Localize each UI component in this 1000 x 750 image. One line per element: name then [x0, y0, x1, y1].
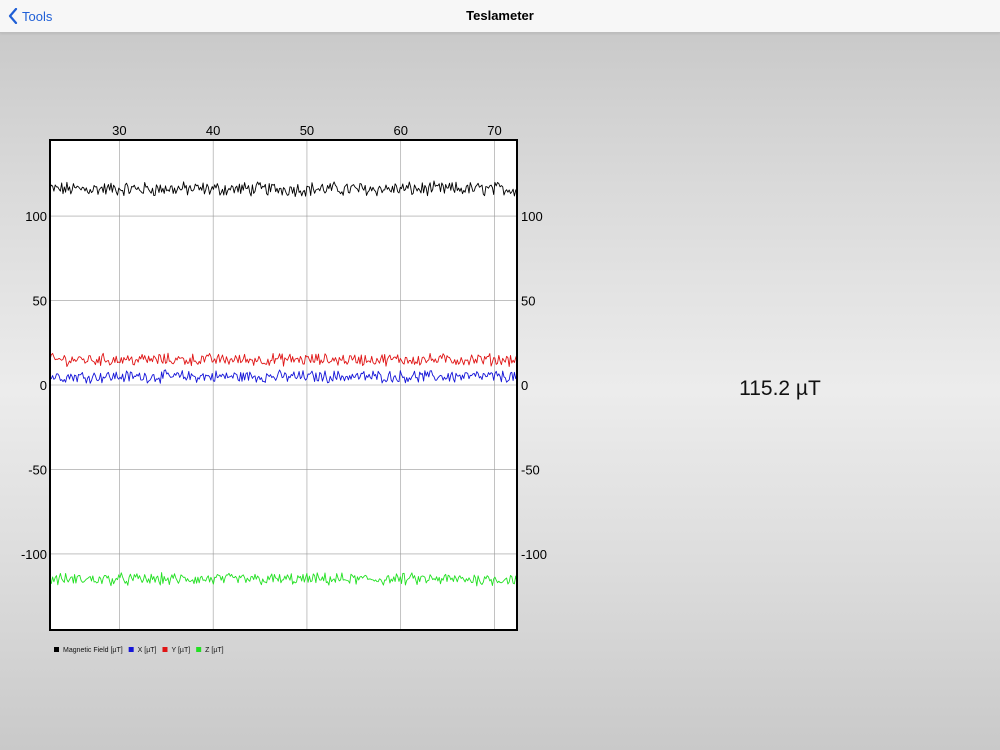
field-strength-readout: 115.2 µT — [739, 377, 821, 400]
x-tick-label: 60 — [393, 123, 407, 138]
y-tick-label-left: 50 — [33, 294, 47, 309]
x-tick-label: 30 — [112, 123, 126, 138]
legend-label: X [µT] — [138, 647, 157, 654]
y-tick-label-right: 0 — [521, 378, 528, 393]
legend-label: Magnetic Field [µT] — [63, 647, 123, 654]
y-tick-label-left: -100 — [21, 547, 47, 562]
legend-swatch — [196, 647, 202, 652]
x-tick-label: 40 — [206, 123, 220, 138]
y-tick-label-right: 50 — [521, 294, 535, 309]
teslameter-chart: 30 40 50 60 70 100 100 50 50 0 0 -50 -50 -100 -100 Mag… — [21, 123, 547, 654]
x-tick-label: 50 — [300, 123, 314, 138]
x-tick-label: 70 — [487, 123, 501, 138]
legend-label: Y [µT] — [171, 647, 190, 654]
legend-label: Z [µT] — [205, 647, 223, 654]
legend-swatch — [54, 647, 59, 652]
y-tick-label-left: 0 — [40, 378, 47, 393]
y-tick-label-right: -100 — [521, 547, 547, 562]
y-tick-label-left: -50 — [28, 462, 47, 477]
legend-swatch — [128, 647, 134, 652]
y-tick-label-right: 100 — [521, 209, 543, 224]
legend-swatch — [162, 647, 168, 652]
y-tick-label-right: -50 — [521, 462, 540, 477]
y-tick-label-left: 100 — [25, 209, 47, 224]
